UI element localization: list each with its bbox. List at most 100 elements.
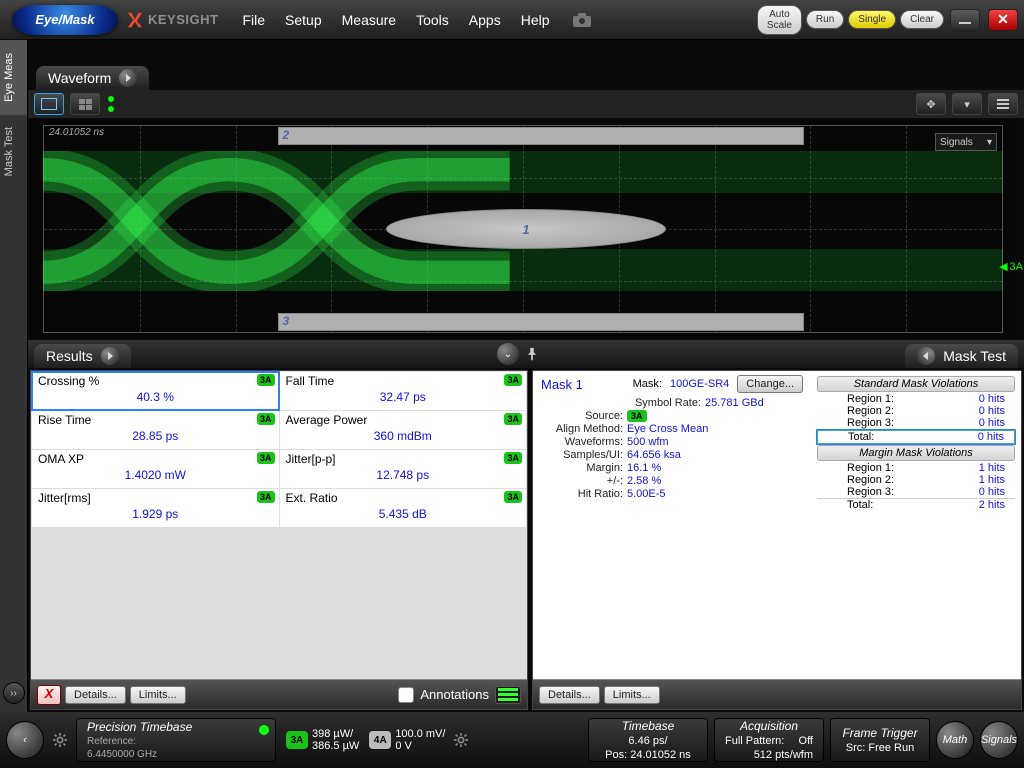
result-badge: 3A <box>504 452 522 464</box>
brand-logo: KEYSIGHT <box>126 11 218 29</box>
hitratio-value: 5.00E-5 <box>627 488 666 500</box>
mode-badge[interactable]: Eye/Mask <box>12 5 118 35</box>
timebase-title: Timebase <box>599 719 697 733</box>
brand-text: KEYSIGHT <box>148 12 218 27</box>
menu-tools[interactable]: Tools <box>406 12 459 28</box>
result-value: 32.47 ps <box>286 390 521 404</box>
menu-file[interactable]: File <box>232 12 275 28</box>
waveform-tab[interactable]: Waveform <box>36 66 149 90</box>
mask-region-bottom-label: 3 <box>283 314 290 328</box>
precision-ref-label: Reference: <box>87 736 265 747</box>
options-dropdown-button[interactable]: ▾ <box>952 93 982 115</box>
samplesui-label: Samples/UI: <box>541 449 627 461</box>
channel-4a-box[interactable]: 4A 100.0 mV/0 V <box>369 728 445 752</box>
margin-violations-header: Margin Mask Violations <box>817 445 1015 461</box>
eye-diagram-display[interactable]: 24.01052 ns 2 1 3 Signals▾ 3A <box>29 119 1023 339</box>
trig-title: Frame Trigger <box>841 726 919 740</box>
results-grid: Crossing % 3A 40.3 %Fall Time 3A 32.47 p… <box>31 371 527 679</box>
delete-result-button[interactable]: X <box>37 685 61 705</box>
pin-icon[interactable] <box>525 347 539 361</box>
mask-test-tab[interactable]: Mask Test <box>905 344 1018 368</box>
hamburger-button[interactable] <box>988 93 1018 115</box>
std-viol-row: Region 2:0 hits <box>817 405 1015 417</box>
symbol-rate-value: 25.781 GBd <box>705 397 764 409</box>
result-name: OMA XP <box>38 452 84 466</box>
mask-test-tab-label: Mask Test <box>943 348 1006 364</box>
lefttab-eye-meas[interactable]: Eye Meas <box>0 40 27 114</box>
results-limits-button[interactable]: Limits... <box>130 686 186 704</box>
acq-title: Acquisition <box>725 719 813 733</box>
mask-details-button[interactable]: Details... <box>539 686 600 704</box>
result-cell[interactable]: Fall Time 3A 32.47 ps <box>280 372 527 410</box>
results-tab[interactable]: Results <box>34 344 131 368</box>
results-details-button[interactable]: Details... <box>65 686 126 704</box>
minimize-button[interactable] <box>950 9 980 31</box>
samplesui-value: 64.656 ksa <box>627 449 681 461</box>
play-icon[interactable] <box>917 347 935 365</box>
math-button[interactable]: Math <box>936 721 974 759</box>
menu-measure[interactable]: Measure <box>332 12 406 28</box>
result-cell[interactable]: Ext. Ratio 3A 5.435 dB <box>280 489 527 527</box>
eye-trace-lower <box>43 249 1003 291</box>
view-grid-button[interactable] <box>70 93 100 115</box>
single-button[interactable]: Single <box>848 10 896 29</box>
precision-title: Precision Timebase <box>87 720 265 734</box>
status-prev-button[interactable]: ‹ <box>6 721 44 759</box>
view-single-button[interactable] <box>34 93 64 115</box>
run-button[interactable]: Run <box>806 10 844 29</box>
precision-timebase-box[interactable]: Precision Timebase Reference: 6.4450000 … <box>76 718 276 762</box>
result-cell[interactable]: Jitter[rms] 3A 1.929 ps <box>32 489 279 527</box>
clear-button[interactable]: Clear <box>900 10 944 29</box>
trigger-box[interactable]: Frame Trigger Src: Free Run <box>830 718 930 762</box>
annotation-style-button[interactable] <box>495 686 521 704</box>
mask-change-button[interactable]: Change... <box>737 375 803 393</box>
expand-sidebar-button[interactable]: ›› <box>3 682 25 704</box>
close-button[interactable]: ✕ <box>988 9 1018 31</box>
pan-tool-button[interactable]: ✥ <box>916 93 946 115</box>
waveforms-value: 500 wfm <box>627 436 669 448</box>
timebase-box[interactable]: Timebase 6.46 ps/ Pos: 24.01052 ns <box>588 718 708 762</box>
result-cell[interactable]: Rise Time 3A 28.85 ps <box>32 411 279 449</box>
results-footer: X Details... Limits... Annotations <box>31 679 527 709</box>
menu-setup[interactable]: Setup <box>275 12 332 28</box>
align-value: Eye Cross Mean <box>627 423 708 435</box>
mask-label: Mask: <box>612 378 662 390</box>
channel-3a-box[interactable]: 3A 398 µW/386.5 µW <box>286 728 359 752</box>
ch3a-scale: 398 µW/ <box>312 728 359 740</box>
mask-title: Mask 1 <box>541 377 583 392</box>
result-value: 40.3 % <box>38 390 273 404</box>
result-cell[interactable]: OMA XP 3A 1.4020 mW <box>32 450 279 488</box>
precision-ref-value: 6.4450000 GHz <box>87 749 265 760</box>
menu-apps[interactable]: Apps <box>459 12 511 28</box>
signals-dropdown[interactable]: Signals▾ <box>935 133 997 151</box>
play-icon[interactable] <box>101 347 119 365</box>
channel-config-button[interactable] <box>451 733 471 747</box>
plot-timestamp: 24.01052 ns <box>49 127 104 138</box>
collapse-panels-button[interactable]: ⌄ <box>497 343 519 365</box>
result-name: Ext. Ratio <box>286 491 338 505</box>
result-cell[interactable]: Average Power 3A 360 mdBm <box>280 411 527 449</box>
result-cell[interactable]: Jitter[p-p] 3A 12.748 ps <box>280 450 527 488</box>
screenshot-icon[interactable] <box>572 12 592 28</box>
menu-help[interactable]: Help <box>511 12 560 28</box>
trig-src: Free Run <box>868 742 914 754</box>
channel-4a-badge: 4A <box>369 731 391 749</box>
signals-button[interactable]: Signals <box>980 721 1018 759</box>
std-viol-total: Total:0 hits <box>817 430 1015 444</box>
result-value: 360 mdBm <box>286 429 521 443</box>
autoscale-button[interactable]: Auto Scale <box>757 5 802 35</box>
waveforms-label: Waveforms: <box>541 436 627 448</box>
result-badge: 3A <box>257 413 275 425</box>
channel-marker-3a[interactable]: 3A <box>999 260 1023 273</box>
mask-region-top-label: 2 <box>283 128 290 142</box>
result-cell[interactable]: Crossing % 3A 40.3 % <box>32 372 279 410</box>
status-config-button[interactable] <box>50 733 70 747</box>
mar-viol-row: Region 1:1 hits <box>817 462 1015 474</box>
annotations-checkbox[interactable] <box>398 687 414 703</box>
lefttab-mask-test[interactable]: Mask Test <box>0 114 27 188</box>
mask-limits-button[interactable]: Limits... <box>604 686 660 704</box>
result-value: 12.748 ps <box>286 468 521 482</box>
play-icon[interactable] <box>119 69 137 87</box>
source-badge: 3A <box>627 410 647 422</box>
acquisition-box[interactable]: Acquisition Full Pattern:Off 512 pts/wfm <box>714 718 824 762</box>
